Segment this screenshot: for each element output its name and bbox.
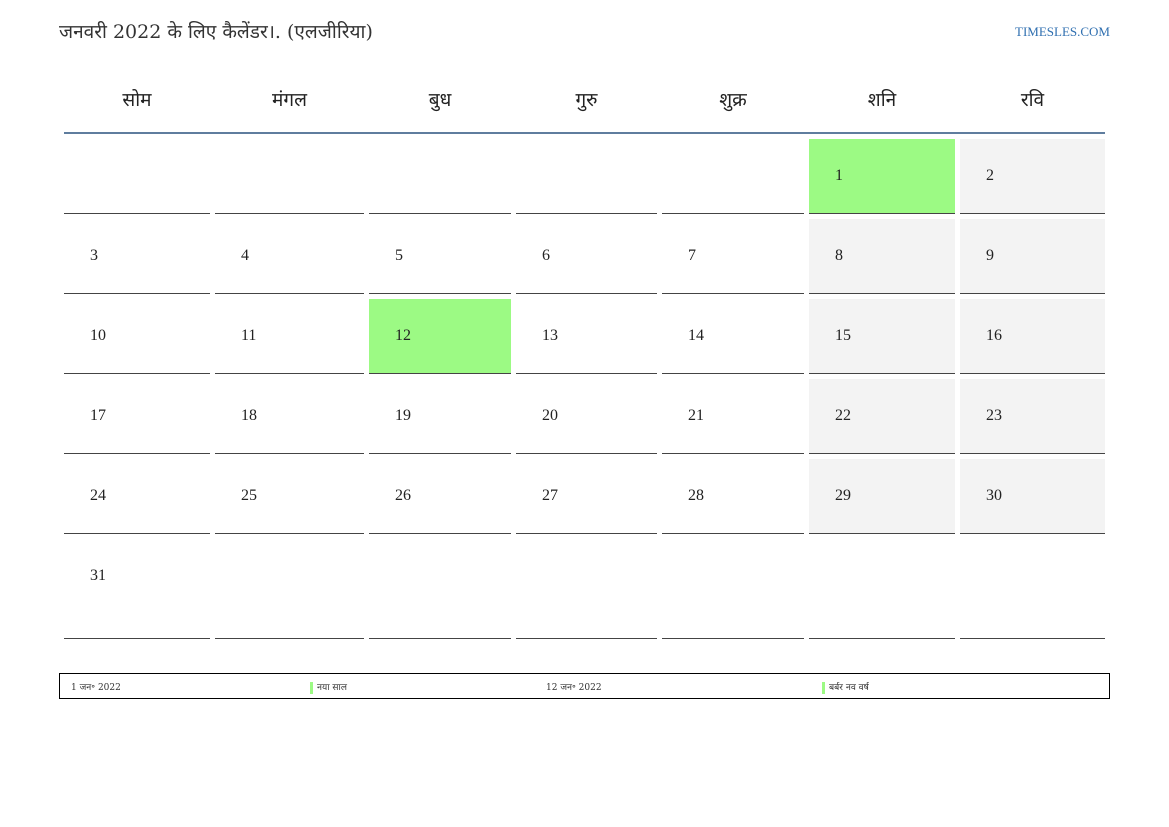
day-cell[interactable]: 10	[64, 299, 210, 374]
weekday-header: सोम मंगल बुध गुरु शुक्र शनि रवि	[64, 76, 1105, 134]
day-number: 1	[835, 167, 843, 184]
day-cell[interactable]: 19	[369, 379, 511, 454]
day-number: 30	[986, 487, 1002, 504]
empty-cell	[215, 539, 364, 639]
day-number: 22	[835, 407, 851, 424]
legend-name-2: बर्बर नव वर्ष	[822, 680, 869, 694]
weekday-fri: शुक्र	[719, 89, 747, 111]
empty-cell	[960, 539, 1105, 639]
day-number: 3	[90, 247, 98, 264]
day-number: 13	[542, 327, 558, 344]
site-link[interactable]: TIMESLES.COM	[1015, 24, 1110, 40]
empty-cell	[215, 139, 364, 214]
legend-label-2: बर्बर नव वर्ष	[829, 683, 869, 693]
day-cell[interactable]: 26	[369, 459, 511, 534]
day-cell[interactable]: 16	[960, 299, 1105, 374]
legend-label-1: नया साल	[317, 683, 347, 693]
day-cell[interactable]: 29	[809, 459, 955, 534]
day-number: 7	[688, 247, 696, 264]
day-cell[interactable]: 11	[215, 299, 364, 374]
day-cell[interactable]: 31	[64, 539, 210, 639]
day-number: 5	[395, 247, 403, 264]
day-cell[interactable]: 1	[809, 139, 955, 214]
day-cell[interactable]: 25	[215, 459, 364, 534]
day-cell[interactable]: 4	[215, 219, 364, 294]
day-number: 6	[542, 247, 550, 264]
holiday-marker-icon	[310, 681, 313, 694]
empty-cell	[369, 139, 511, 214]
calendar: सोम मंगल बुध गुरु शुक्र शनि रवि 12345678…	[64, 76, 1105, 644]
day-cell[interactable]: 20	[516, 379, 657, 454]
empty-cell	[662, 539, 804, 639]
day-cell[interactable]: 12	[369, 299, 511, 374]
day-number: 25	[241, 487, 257, 504]
day-cell[interactable]: 9	[960, 219, 1105, 294]
day-number: 10	[90, 327, 106, 344]
empty-cell	[369, 539, 511, 639]
day-cell[interactable]: 8	[809, 219, 955, 294]
day-cell[interactable]: 23	[960, 379, 1105, 454]
day-number: 11	[241, 327, 257, 344]
day-number: 12	[395, 327, 411, 344]
day-number: 18	[241, 407, 257, 424]
weekday-sat: शनि	[867, 89, 897, 111]
day-cell[interactable]: 30	[960, 459, 1105, 534]
day-number: 23	[986, 407, 1002, 424]
empty-cell	[516, 539, 657, 639]
day-cell[interactable]: 3	[64, 219, 210, 294]
day-number: 24	[90, 487, 106, 504]
day-number: 15	[835, 327, 851, 344]
legend-date-1: 1 जन॰ 2022	[71, 683, 121, 693]
legend-name-1: नया साल	[310, 680, 347, 694]
day-cell[interactable]: 7	[662, 219, 804, 294]
empty-cell	[809, 539, 955, 639]
page-title: जनवरी 2022 के लिए कैलेंडर।. (एलजीरिया)	[59, 21, 373, 43]
day-cell[interactable]: 13	[516, 299, 657, 374]
day-number: 27	[542, 487, 558, 504]
day-number: 16	[986, 327, 1002, 344]
day-number: 28	[688, 487, 704, 504]
day-cell[interactable]: 24	[64, 459, 210, 534]
day-number: 2	[986, 167, 994, 184]
weekday-thu: गुरु	[575, 89, 598, 111]
holiday-marker-icon	[822, 681, 825, 694]
day-number: 21	[688, 407, 704, 424]
day-cell[interactable]: 27	[516, 459, 657, 534]
day-number: 8	[835, 247, 843, 264]
weekday-mon: सोम	[122, 89, 152, 111]
day-cell[interactable]: 21	[662, 379, 804, 454]
empty-cell	[662, 139, 804, 214]
day-cell[interactable]: 6	[516, 219, 657, 294]
holiday-legend: 1 जन॰ 2022 नया साल 12 जन॰ 2022 बर्बर नव …	[59, 673, 1110, 699]
day-cell[interactable]: 2	[960, 139, 1105, 214]
day-number: 4	[241, 247, 249, 264]
day-cell[interactable]: 28	[662, 459, 804, 534]
day-cell[interactable]: 15	[809, 299, 955, 374]
legend-date-2: 12 जन॰ 2022	[546, 683, 602, 693]
day-number: 20	[542, 407, 558, 424]
day-number: 26	[395, 487, 411, 504]
day-number: 31	[90, 567, 106, 584]
day-cell[interactable]: 14	[662, 299, 804, 374]
day-number: 9	[986, 247, 994, 264]
day-number: 19	[395, 407, 411, 424]
weekday-wed: बुध	[428, 89, 452, 111]
day-cell[interactable]: 17	[64, 379, 210, 454]
day-number: 29	[835, 487, 851, 504]
day-number: 17	[90, 407, 106, 424]
day-cell[interactable]: 22	[809, 379, 955, 454]
day-grid: 1 2 3 4 5 6 7 8 9 10 11 12 13 14 15 16 17 18 19 20 21 22 23 24 2…	[64, 139, 1105, 644]
day-cell[interactable]: 18	[215, 379, 364, 454]
day-cell[interactable]: 5	[369, 219, 511, 294]
weekday-sun: रवि	[1020, 89, 1045, 111]
day-number: 14	[688, 327, 704, 344]
weekday-tue: मंगल	[272, 89, 307, 111]
empty-cell	[516, 139, 657, 214]
empty-cell	[64, 139, 210, 214]
